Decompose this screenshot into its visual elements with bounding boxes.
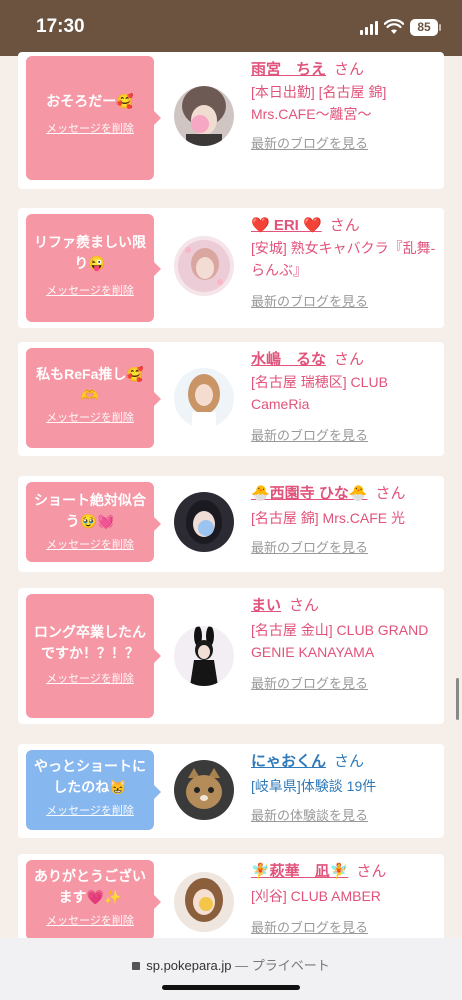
battery-tip — [439, 24, 441, 31]
message-bubble: やっとショートにしたのね😸 メッセージを削除 — [26, 750, 161, 830]
shop-info: [安城] 熟女キャバクラ『乱舞-らんぶ』 — [251, 240, 436, 278]
status-bar: 17:30 85 — [0, 0, 462, 56]
message-text: リファ羨ましい限り😜 — [34, 234, 146, 271]
home-indicator[interactable] — [162, 985, 300, 990]
cast-name-link[interactable]: まい — [251, 597, 281, 614]
name-suffix: さん — [334, 351, 365, 368]
avatar[interactable] — [174, 760, 234, 820]
shop-info: [名古屋 瑞穂区] CLUB CameRia — [251, 374, 388, 412]
latest-blog-link[interactable]: 最新のブログを見る — [251, 537, 439, 556]
review-count-info: [岐阜県]体験談 19件 — [251, 778, 377, 794]
message-bubble: ショート絶対似合う🥹💓 メッセージを削除 — [26, 482, 161, 562]
shop-info: [名古屋 金山] CLUB GRAND GENIE KANAYAMA — [251, 622, 429, 660]
avatar[interactable] — [174, 368, 234, 428]
battery-icon: 85 — [410, 19, 438, 36]
cellular-signal-icon — [360, 21, 378, 35]
delete-message-link[interactable]: メッセージを削除 — [46, 670, 134, 686]
name-suffix: さん — [329, 217, 360, 234]
delete-message-link[interactable]: メッセージを削除 — [46, 802, 134, 818]
private-mode-label: — プライベート — [235, 958, 330, 973]
avatar[interactable] — [174, 236, 234, 296]
message-text: ありがとうございます💗✨ — [34, 868, 146, 905]
message-bubble: ありがとうございます💗✨ メッセージを削除 — [26, 860, 161, 940]
shop-info: [刈谷] CLUB AMBER — [251, 888, 381, 904]
user-name-link[interactable]: にゃおくん — [251, 753, 326, 770]
scrollbar[interactable] — [456, 678, 459, 720]
message-text: ロング卒業したんですか！？！？ — [34, 624, 146, 661]
name-suffix: さん — [356, 863, 387, 880]
status-time: 17:30 — [36, 16, 85, 37]
latest-blog-link[interactable]: 最新のブログを見る — [251, 133, 439, 152]
message-text: ショート絶対似合う🥹💓 — [34, 492, 146, 529]
avatar[interactable] — [174, 86, 234, 146]
lock-icon — [132, 962, 141, 970]
latest-blog-link[interactable]: 最新のブログを見る — [251, 425, 439, 444]
message-text: おそろだー🥰 — [46, 93, 134, 109]
delete-message-link[interactable]: メッセージを削除 — [46, 120, 134, 136]
delete-message-link[interactable]: メッセージを削除 — [46, 409, 134, 425]
url-display[interactable]: sp.pokepara.jp — プライベート — [0, 955, 462, 974]
cast-name-link[interactable]: 水嶋 るな — [251, 351, 326, 368]
shop-info: [名古屋 錦] Mrs.CAFE 光 — [251, 510, 405, 526]
message-card: やっとショートにしたのね😸 メッセージを削除 にゃおくん さん [岐阜県]体験談 … — [18, 744, 444, 838]
delete-message-link[interactable]: メッセージを削除 — [46, 912, 134, 928]
name-suffix: さん — [334, 753, 365, 770]
cast-name-link[interactable]: 雨宮 ちえ — [251, 61, 326, 78]
delete-message-link[interactable]: メッセージを削除 — [46, 282, 134, 298]
message-card: おそろだー🥰 メッセージを削除 雨宮 ちえ さん [本日出勤] [名古屋 錦] M… — [18, 52, 444, 189]
message-text: やっとショートにしたのね😸 — [34, 758, 146, 795]
avatar[interactable] — [174, 492, 234, 552]
url-domain: sp.pokepara.jp — [146, 958, 232, 973]
browser-url-bar[interactable]: sp.pokepara.jp — プライベート — [0, 938, 462, 1000]
message-card: ショート絶対似合う🥹💓 メッセージを削除 🐣西園寺 ひな🐣 さん [名古屋 錦] … — [18, 476, 444, 572]
message-text: 私もReFa推し🥰🫶 — [36, 366, 144, 403]
message-bubble: おそろだー🥰 メッセージを削除 — [26, 56, 161, 180]
avatar[interactable] — [174, 872, 234, 932]
avatar[interactable] — [174, 626, 234, 686]
message-card: ロング卒業したんですか！？！？ メッセージを削除 まい さん [名古屋 金山] C… — [18, 588, 444, 724]
message-card: 私もReFa推し🥰🫶 メッセージを削除 水嶋 るな さん [名古屋 瑞穂区] CL… — [18, 342, 444, 456]
cast-name-link[interactable]: ❤️ ERI ❤️ — [251, 217, 322, 234]
name-suffix: さん — [334, 61, 365, 78]
name-suffix: さん — [375, 485, 406, 502]
delete-message-link[interactable]: メッセージを削除 — [46, 536, 134, 552]
cast-name-link[interactable]: 🧚萩華 凪🧚 — [251, 863, 348, 880]
message-bubble: 私もReFa推し🥰🫶 メッセージを削除 — [26, 348, 161, 448]
wifi-icon — [384, 19, 404, 34]
latest-blog-link[interactable]: 最新のブログを見る — [251, 291, 439, 310]
name-suffix: さん — [289, 597, 320, 614]
latest-blog-link[interactable]: 最新のブログを見る — [251, 673, 439, 692]
shop-info: [本日出勤] [名古屋 錦] Mrs.CAFE〜離宮〜 — [251, 84, 387, 122]
message-bubble: リファ羨ましい限り😜 メッセージを削除 — [26, 214, 161, 322]
message-card: リファ羨ましい限り😜 メッセージを削除 ❤️ ERI ❤️ さん [安城] 熟女キ… — [18, 208, 444, 328]
message-bubble: ロング卒業したんですか！？！？ メッセージを削除 — [26, 594, 161, 718]
message-card: ありがとうございます💗✨ メッセージを削除 🧚萩華 凪🧚 さん [刈谷] CLUB… — [18, 854, 444, 944]
latest-review-link[interactable]: 最新の体験談を見る — [251, 805, 439, 824]
latest-blog-link[interactable]: 最新のブログを見る — [251, 917, 439, 936]
cast-name-link[interactable]: 🐣西園寺 ひな🐣 — [251, 485, 368, 502]
